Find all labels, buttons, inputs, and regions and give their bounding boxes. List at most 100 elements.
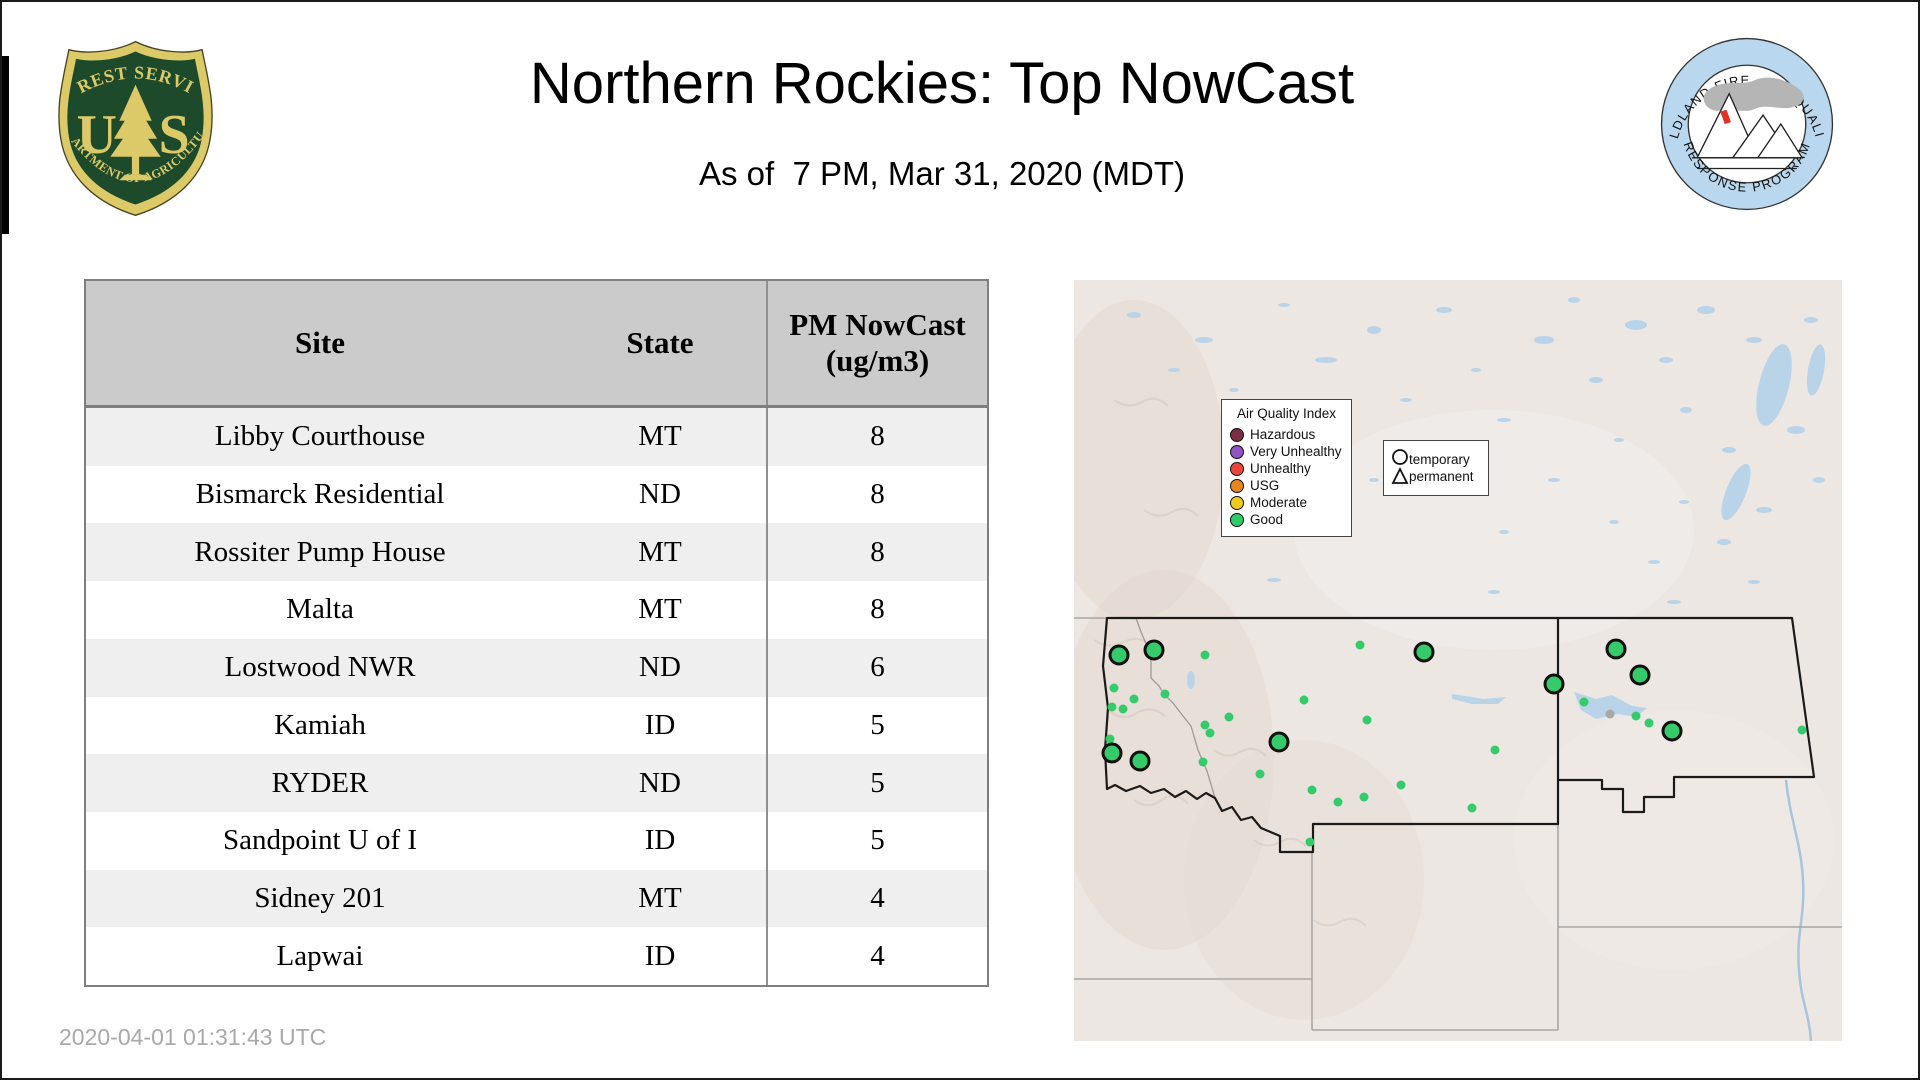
aqi-color-dot-icon xyxy=(1230,461,1244,476)
aqi-item-label: Moderate xyxy=(1250,495,1308,510)
monitor-dot-gray xyxy=(1605,709,1615,719)
monitor-marker xyxy=(1579,697,1589,707)
aqi-item-label: Very Unhealthy xyxy=(1250,444,1342,459)
table-cell-value: 8 xyxy=(766,408,987,466)
nowcast-table: Site State PM NowCast (ug/m3) Libby Cour… xyxy=(84,279,989,987)
table-cell-site: RYDER xyxy=(271,766,369,799)
monitor-marker xyxy=(1299,695,1309,705)
aqi-color-dot-icon xyxy=(1230,478,1244,493)
monitor-marker xyxy=(1467,803,1477,813)
table-cell-state: ND xyxy=(639,651,681,684)
monitor-marker xyxy=(1605,638,1627,660)
monitor-marker xyxy=(1797,725,1807,735)
column-header-state: State xyxy=(626,325,694,361)
usfs-logo: FOREST SERVICE U S DEPARTMENT OF AGRICUL… xyxy=(47,22,217,218)
table-cell-value: 5 xyxy=(766,811,987,870)
monitor-marker xyxy=(1255,769,1265,779)
table-cell-site: Lostwood NWR xyxy=(224,651,416,684)
aqi-legend-title: Air Quality Index xyxy=(1236,406,1337,421)
monitor-marker xyxy=(1362,715,1372,725)
table-cell-value: 8 xyxy=(766,465,987,524)
monitor-marker xyxy=(1200,650,1210,660)
table-cell-site: Sidney 201 xyxy=(254,881,386,914)
monitor-marker xyxy=(1307,785,1317,795)
table-cell-value: 8 xyxy=(766,581,987,639)
monitor-marker xyxy=(1305,837,1315,847)
aqi-item-label: USG xyxy=(1250,478,1280,493)
table-cell-site: Rossiter Pump House xyxy=(194,535,446,568)
monitor-marker xyxy=(1200,720,1210,730)
table-cell-state: MT xyxy=(638,535,682,568)
temporary-circle-icon xyxy=(1392,449,1408,465)
aqi-color-dot-icon xyxy=(1230,495,1244,510)
table-header-row: Site State PM NowCast (ug/m3) xyxy=(86,281,987,408)
marker-legend-icons xyxy=(1391,449,1409,484)
aqi-legend-item: USG xyxy=(1230,477,1343,494)
aqi-legend-item: Very Unhealthy xyxy=(1230,443,1343,460)
monitor-marker xyxy=(1661,720,1683,742)
table-cell-state: MT xyxy=(638,420,682,453)
table-row: Lapwai ID 4 xyxy=(86,927,987,986)
monitor-marker xyxy=(1605,709,1615,719)
table-cell-value: 8 xyxy=(766,523,987,582)
page-title: Northern Rockies: Top NowCast xyxy=(529,51,1355,116)
table-row: Malta MT 8 xyxy=(86,581,987,639)
table-cell-state: MT xyxy=(638,881,682,914)
table-row: Rossiter Pump House MT 8 xyxy=(86,523,987,582)
monitor-map: Air Quality Index Hazardous Very Unhealth… xyxy=(1074,280,1842,1041)
monitor-marker xyxy=(1198,757,1208,767)
monitor-marker xyxy=(1413,641,1435,663)
monitor-marker xyxy=(1631,711,1641,721)
monitor-marker xyxy=(1118,704,1128,714)
monitor-marker xyxy=(1268,731,1290,753)
aqi-item-label: Hazardous xyxy=(1250,427,1316,442)
table-cell-state: ND xyxy=(639,478,681,511)
monitor-marker xyxy=(1359,792,1369,802)
table-body: Libby Courthouse MT 8 Bismarck Residential N… xyxy=(86,408,987,986)
temporary-label: temporary xyxy=(1409,452,1470,467)
monitor-marker xyxy=(1143,639,1165,661)
table-cell-value: 4 xyxy=(766,869,987,928)
map-canvas xyxy=(1074,280,1842,1041)
aqi-legend-item: Unhealthy xyxy=(1230,460,1343,477)
table-row: Sandpoint U of I ID 5 xyxy=(86,811,987,870)
page-subtitle: As of 7 PM, Mar 31, 2020 (MDT) xyxy=(699,155,1185,192)
table-cell-state: ID xyxy=(644,824,676,857)
monitor-marker xyxy=(1205,728,1215,738)
monitor-marker xyxy=(1129,694,1139,704)
table-row: Lostwood NWR ND 6 xyxy=(86,638,987,697)
aqi-legend-item: Good xyxy=(1230,511,1343,528)
monitor-marker xyxy=(1644,718,1654,728)
table-cell-state: MT xyxy=(638,593,682,626)
table-cell-site: Bismarck Residential xyxy=(195,478,445,511)
aqi-legend-item: Moderate xyxy=(1230,494,1343,511)
monitor-marker xyxy=(1108,644,1130,666)
aqi-legend: Air Quality Index Hazardous Very Unhealth… xyxy=(1221,399,1352,537)
table-cell-site: Lapwai xyxy=(276,939,364,972)
table-cell-value: 5 xyxy=(766,696,987,755)
monitor-marker xyxy=(1101,742,1123,764)
monitor-marker xyxy=(1543,673,1565,695)
monitor-marker xyxy=(1490,745,1500,755)
table-cell-value: 6 xyxy=(766,638,987,697)
permanent-triangle-icon xyxy=(1391,466,1409,484)
monitor-marker xyxy=(1107,702,1117,712)
table-cell-site: Libby Courthouse xyxy=(214,420,426,453)
table-cell-state: ID xyxy=(644,939,676,972)
table-row: Kamiah ID 5 xyxy=(86,696,987,755)
table-row: Sidney 201 MT 4 xyxy=(86,869,987,928)
aqi-color-dot-icon xyxy=(1230,444,1244,459)
table-cell-state: ND xyxy=(639,766,681,799)
aqi-legend-items: Hazardous Very Unhealthy Unhealthy USG Moder… xyxy=(1230,426,1343,528)
aqi-item-label: Good xyxy=(1250,512,1284,527)
table-cell-value: 5 xyxy=(766,754,987,812)
column-header-pm-nowcast: PM NowCast (ug/m3) xyxy=(766,281,987,405)
generated-timestamp: 2020-04-01 01:31:43 UTC xyxy=(59,1024,327,1050)
wfaqrp-badge-icon: WILDLAND FIRE • AIR QUALITY RESPONSE PRO… xyxy=(1651,23,1834,211)
aqi-color-dot-icon xyxy=(1230,427,1244,442)
table-cell-site: Sandpoint U of I xyxy=(222,824,418,857)
monitor-marker xyxy=(1160,689,1170,699)
monitor-marker xyxy=(1224,712,1234,722)
marker-legend: temporary permanent xyxy=(1383,440,1489,496)
table-cell-site: Kamiah xyxy=(274,708,366,741)
